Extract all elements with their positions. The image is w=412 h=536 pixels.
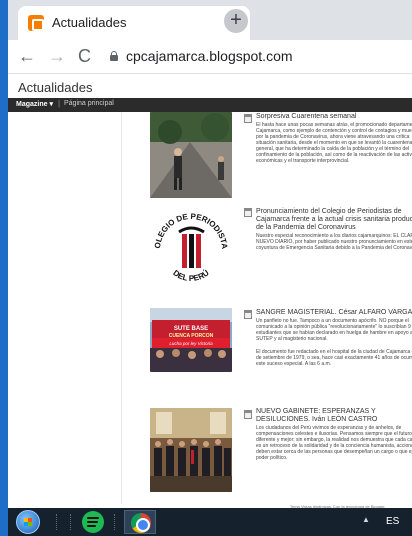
show-hidden-icons-button[interactable]: ▲ bbox=[362, 515, 370, 524]
logo-emblem-icon bbox=[178, 226, 205, 268]
blog-title[interactable]: Actualidades bbox=[18, 80, 92, 95]
post-title[interactable]: Pronunciamiento del Colegio de Periodist… bbox=[256, 208, 412, 232]
address-bar: ← → C cpcajamarca.blogspot.com bbox=[8, 40, 412, 74]
blogger-favicon-icon bbox=[28, 15, 44, 31]
post-excerpt-continued: El documento fue redactado en el hospita… bbox=[256, 349, 412, 367]
new-tab-button[interactable]: + bbox=[224, 9, 248, 33]
post-thumbnail-street[interactable] bbox=[150, 112, 232, 198]
banner-line-1: SUTE BASE bbox=[174, 326, 208, 332]
post-title[interactable]: SANGRE MAGISTERIAL. César ALFARO VARGAS. bbox=[256, 309, 412, 317]
back-button[interactable]: ← bbox=[18, 46, 36, 67]
left-accent-bar bbox=[0, 0, 8, 536]
post-thumbnail-logo[interactable]: COLEGIO DE PERIODISTAS DEL PERÚ bbox=[150, 202, 232, 292]
calendar-icon bbox=[244, 410, 252, 419]
lock-icon[interactable] bbox=[110, 51, 118, 61]
forward-button[interactable]: → bbox=[48, 46, 66, 67]
calendar-icon bbox=[244, 114, 252, 123]
post-thumbnail-protest[interactable]: SUTE BASE CUENCA PORCON Lucha por ley Vi… bbox=[150, 308, 232, 372]
sidebar bbox=[8, 112, 122, 504]
browser-tab-strip: Actualidades × + bbox=[8, 0, 412, 40]
post-title[interactable]: Sorpresiva Cuarentena semanal bbox=[256, 113, 412, 121]
language-indicator[interactable]: ES bbox=[386, 516, 399, 527]
start-button-icon[interactable] bbox=[16, 510, 40, 534]
taskbar-grip bbox=[114, 514, 116, 530]
tab-title: Actualidades bbox=[52, 15, 127, 30]
home-page-link[interactable]: Página principal bbox=[64, 100, 114, 107]
taskbar-grip bbox=[70, 514, 72, 530]
chrome-taskbar-button[interactable] bbox=[124, 510, 156, 534]
blog-nav-bar: Magazine ▾ | Página principal bbox=[8, 98, 412, 112]
nav-separator: | bbox=[58, 99, 61, 108]
chrome-icon bbox=[131, 513, 151, 533]
post-excerpt: Nuestro especial reconocimiento a los di… bbox=[256, 233, 412, 251]
spotify-icon[interactable] bbox=[82, 511, 104, 533]
post-excerpt: Un panfleto no fue. Tampoco a un documen… bbox=[256, 318, 412, 342]
post-excerpt: Los ciudadanos del Perú vivimos de esper… bbox=[256, 425, 412, 461]
url-field[interactable]: cpcajamarca.blogspot.com bbox=[126, 48, 293, 64]
post-thumbnail-cabinet[interactable] bbox=[150, 408, 232, 492]
post-excerpt: El hasta hace unas pocas semanas atrás, … bbox=[256, 122, 412, 164]
calendar-icon bbox=[244, 310, 252, 319]
banner-line-3: Lucha por ley Victoria bbox=[169, 341, 213, 346]
reload-button[interactable]: C bbox=[78, 46, 91, 67]
calendar-icon bbox=[244, 208, 252, 217]
magazine-view-dropdown[interactable]: Magazine ▾ bbox=[16, 100, 53, 108]
windows-taskbar: ▲ ES bbox=[8, 508, 412, 536]
taskbar-grip bbox=[56, 514, 58, 530]
post-title[interactable]: NUEVO GABINETE: ESPERANZAS Y DESILUCIONE… bbox=[256, 408, 412, 424]
browser-tab[interactable]: Actualidades × bbox=[18, 6, 250, 40]
post-list: Sorpresiva Cuarentena semanal El hasta h… bbox=[122, 112, 412, 504]
